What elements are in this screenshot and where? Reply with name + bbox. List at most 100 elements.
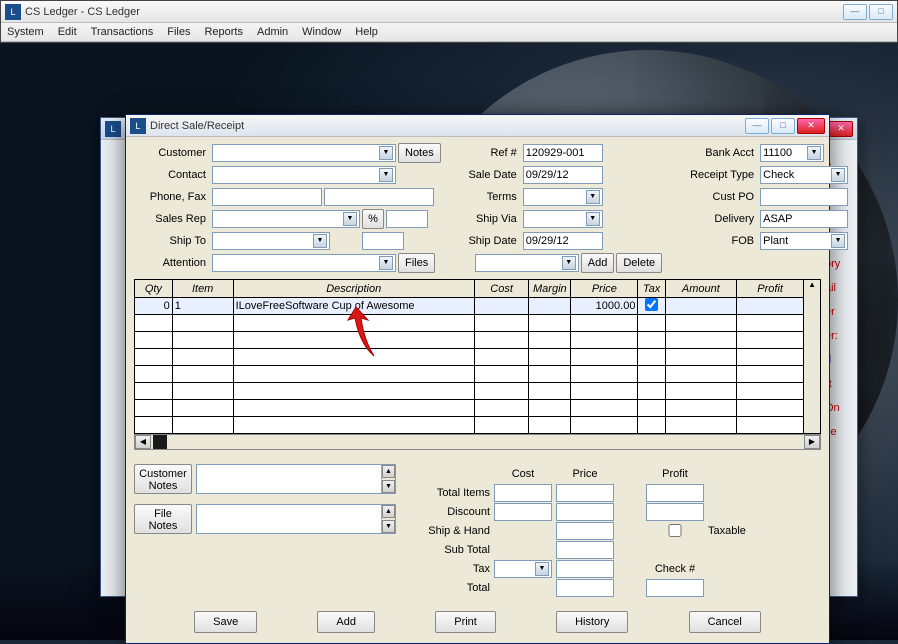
chevron-down-icon[interactable]: ▼: [831, 234, 845, 248]
chevron-down-icon[interactable]: ▼: [562, 256, 576, 270]
shipto-combo[interactable]: ▼: [212, 232, 330, 250]
tax-checkbox[interactable]: [645, 298, 658, 311]
dialog-maximize-button[interactable]: □: [771, 118, 795, 134]
table-row[interactable]: [135, 315, 821, 332]
custpo-input[interactable]: [760, 188, 848, 206]
tax-price[interactable]: [556, 560, 614, 578]
notes-button[interactable]: Notes: [398, 143, 441, 163]
total-items-price[interactable]: [556, 484, 614, 502]
col-profit[interactable]: Profit: [737, 280, 804, 298]
col-tax[interactable]: Tax: [638, 280, 665, 298]
chevron-down-icon[interactable]: ▼: [313, 234, 327, 248]
col-amount[interactable]: Amount: [665, 280, 736, 298]
chevron-down-icon[interactable]: ▼: [535, 562, 549, 576]
chevron-down-icon[interactable]: ▼: [343, 212, 357, 226]
cell-amount[interactable]: [665, 298, 736, 315]
customer-notes-button[interactable]: CustomerNotes: [134, 464, 192, 494]
menu-edit[interactable]: Edit: [58, 26, 77, 38]
shiphand-price[interactable]: [556, 522, 614, 540]
scroll-left-icon[interactable]: ◀: [135, 435, 151, 449]
subtotal-price[interactable]: [556, 541, 614, 559]
col-cost[interactable]: Cost: [474, 280, 529, 298]
menu-reports[interactable]: Reports: [204, 26, 243, 38]
col-price[interactable]: Price: [571, 280, 638, 298]
minimize-button[interactable]: —: [843, 4, 867, 20]
checkno-input[interactable]: [646, 579, 704, 597]
files-button[interactable]: Files: [398, 253, 435, 273]
cell-profit[interactable]: [737, 298, 804, 315]
table-row[interactable]: 0 1 ILoveFreeSoftware Cup of Awesome 100…: [135, 298, 821, 315]
tax-combo[interactable]: ▼: [494, 560, 552, 578]
chevron-down-icon[interactable]: ▼: [379, 168, 393, 182]
menu-window[interactable]: Window: [302, 26, 341, 38]
grid-hscroll[interactable]: ◀ ▶: [134, 434, 821, 450]
discount-profit[interactable]: [646, 503, 704, 521]
phone-input[interactable]: [212, 188, 322, 206]
shipvia-combo[interactable]: ▼: [523, 210, 603, 228]
salesrep-combo[interactable]: ▼: [212, 210, 360, 228]
shipto-extra-input[interactable]: [362, 232, 404, 250]
percent-input[interactable]: [386, 210, 428, 228]
menu-files[interactable]: Files: [167, 26, 190, 38]
chevron-down-icon[interactable]: ▼: [379, 256, 393, 270]
save-button[interactable]: Save: [194, 611, 257, 633]
add-button[interactable]: Add: [317, 611, 375, 633]
table-row[interactable]: [135, 400, 821, 417]
maximize-button[interactable]: □: [869, 4, 893, 20]
saledate-input[interactable]: [523, 166, 603, 184]
file-notes-textarea[interactable]: ▲▼: [196, 504, 396, 534]
chevron-down-icon[interactable]: ▼: [379, 146, 393, 160]
total-items-profit[interactable]: [646, 484, 704, 502]
menu-admin[interactable]: Admin: [257, 26, 288, 38]
taxable-checkbox[interactable]: [646, 524, 704, 537]
refno-input[interactable]: [523, 144, 603, 162]
dialog-close-button[interactable]: ✕: [797, 118, 825, 134]
cell-desc[interactable]: ILoveFreeSoftware Cup of Awesome: [233, 298, 474, 315]
delivery-input[interactable]: [760, 210, 848, 228]
discount-cost[interactable]: [494, 503, 552, 521]
dialog-minimize-button[interactable]: —: [745, 118, 769, 134]
col-description[interactable]: Description: [233, 280, 474, 298]
customer-notes-textarea[interactable]: ▲▼: [196, 464, 396, 494]
cell-item[interactable]: 1: [172, 298, 233, 315]
discount-price[interactable]: [556, 503, 614, 521]
cancel-button[interactable]: Cancel: [689, 611, 761, 633]
cell-price[interactable]: 1000.00: [571, 298, 638, 315]
chevron-down-icon[interactable]: ▼: [807, 146, 821, 160]
cell-cost[interactable]: [474, 298, 529, 315]
customer-combo[interactable]: ▼: [212, 144, 396, 162]
scroll-right-icon[interactable]: ▶: [804, 435, 820, 449]
cell-margin[interactable]: [529, 298, 571, 315]
menu-transactions[interactable]: Transactions: [91, 26, 154, 38]
cell-qty[interactable]: 0: [135, 298, 173, 315]
table-row[interactable]: [135, 366, 821, 383]
chevron-down-icon[interactable]: ▼: [586, 190, 600, 204]
terms-combo[interactable]: ▼: [523, 188, 603, 206]
shipdate-input[interactable]: [523, 232, 603, 250]
col-margin[interactable]: Margin: [529, 280, 571, 298]
col-qty[interactable]: Qty: [135, 280, 173, 298]
history-button[interactable]: History: [556, 611, 628, 633]
scroll-thumb[interactable]: [153, 435, 167, 449]
bankacct-combo[interactable]: 11100▼: [760, 144, 824, 162]
menu-system[interactable]: System: [7, 26, 44, 38]
cell-tax[interactable]: [638, 298, 665, 315]
add-file-button[interactable]: Add: [581, 253, 615, 273]
menu-help[interactable]: Help: [355, 26, 378, 38]
back-close-button[interactable]: ✕: [829, 121, 853, 137]
chevron-down-icon[interactable]: ▼: [586, 212, 600, 226]
table-row[interactable]: [135, 383, 821, 400]
chevron-down-icon[interactable]: ▼: [831, 168, 845, 182]
file-notes-button[interactable]: FileNotes: [134, 504, 192, 534]
print-button[interactable]: Print: [435, 611, 496, 633]
col-item[interactable]: Item: [172, 280, 233, 298]
fax-input[interactable]: [324, 188, 434, 206]
contact-combo[interactable]: ▼: [212, 166, 396, 184]
grid-vscroll[interactable]: ▲: [804, 280, 821, 434]
total-items-cost[interactable]: [494, 484, 552, 502]
fob-combo[interactable]: Plant▼: [760, 232, 848, 250]
files-combo[interactable]: ▼: [475, 254, 579, 272]
total-price[interactable]: [556, 579, 614, 597]
table-row[interactable]: [135, 417, 821, 434]
delete-file-button[interactable]: Delete: [616, 253, 662, 273]
